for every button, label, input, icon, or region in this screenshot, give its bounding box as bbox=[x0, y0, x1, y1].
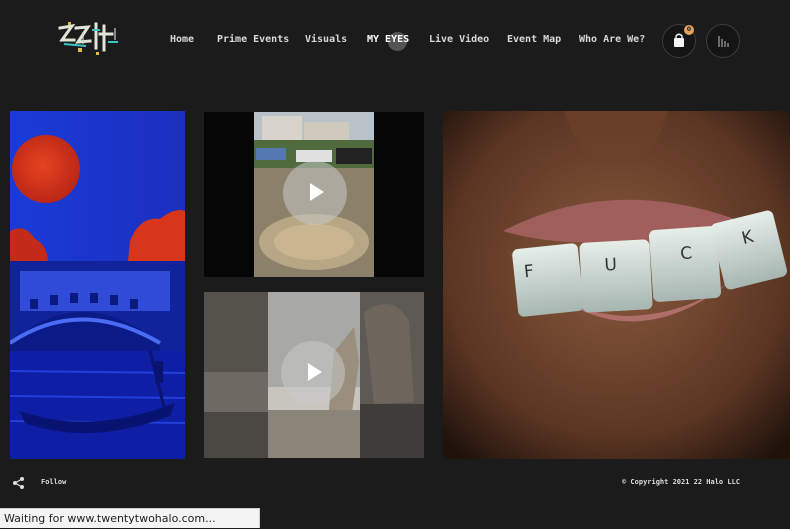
gallery-item-keyboard-mouth[interactable]: F U C K bbox=[443, 111, 790, 459]
audio-toggle-button[interactable] bbox=[706, 24, 740, 58]
nav-item-live-video[interactable]: Live Video bbox=[429, 34, 489, 45]
nav-item-visuals[interactable]: Visuals bbox=[305, 34, 347, 45]
keycap-k: K bbox=[709, 209, 789, 291]
site-logo[interactable] bbox=[56, 18, 122, 58]
keycap-f: F bbox=[511, 242, 585, 318]
keycaps-group: F U C K bbox=[511, 209, 790, 326]
share-icon bbox=[13, 477, 24, 489]
nav-item-home[interactable]: Home bbox=[170, 34, 194, 45]
copyright-text: © Copyright 2021 22 Halo LLC bbox=[622, 478, 741, 486]
browser-status-bar: Waiting for www.twentytwohalo.com... bbox=[0, 508, 260, 528]
follow-link[interactable]: Follow bbox=[41, 478, 66, 486]
keycap-c: C bbox=[648, 225, 722, 303]
gallery-video-puddle[interactable] bbox=[204, 112, 424, 277]
nav-item-my-eyes[interactable]: MY EYES bbox=[367, 34, 409, 45]
gallery-item-venice-art[interactable] bbox=[10, 111, 185, 459]
play-icon[interactable] bbox=[283, 161, 347, 225]
gallery-video-sculpture[interactable] bbox=[204, 292, 424, 458]
nav-item-prime-events[interactable]: Prime Events bbox=[217, 34, 289, 45]
nav-item-who-are-we[interactable]: Who Are We? bbox=[579, 34, 645, 45]
nav-item-event-map[interactable]: Event Map bbox=[507, 34, 561, 45]
audio-bars-icon bbox=[718, 36, 729, 47]
share-button[interactable] bbox=[12, 475, 26, 489]
cart-count-badge: 0 bbox=[684, 25, 694, 35]
sun-shape bbox=[12, 135, 80, 203]
keycap-u: U bbox=[579, 239, 653, 313]
play-icon[interactable] bbox=[281, 341, 345, 405]
